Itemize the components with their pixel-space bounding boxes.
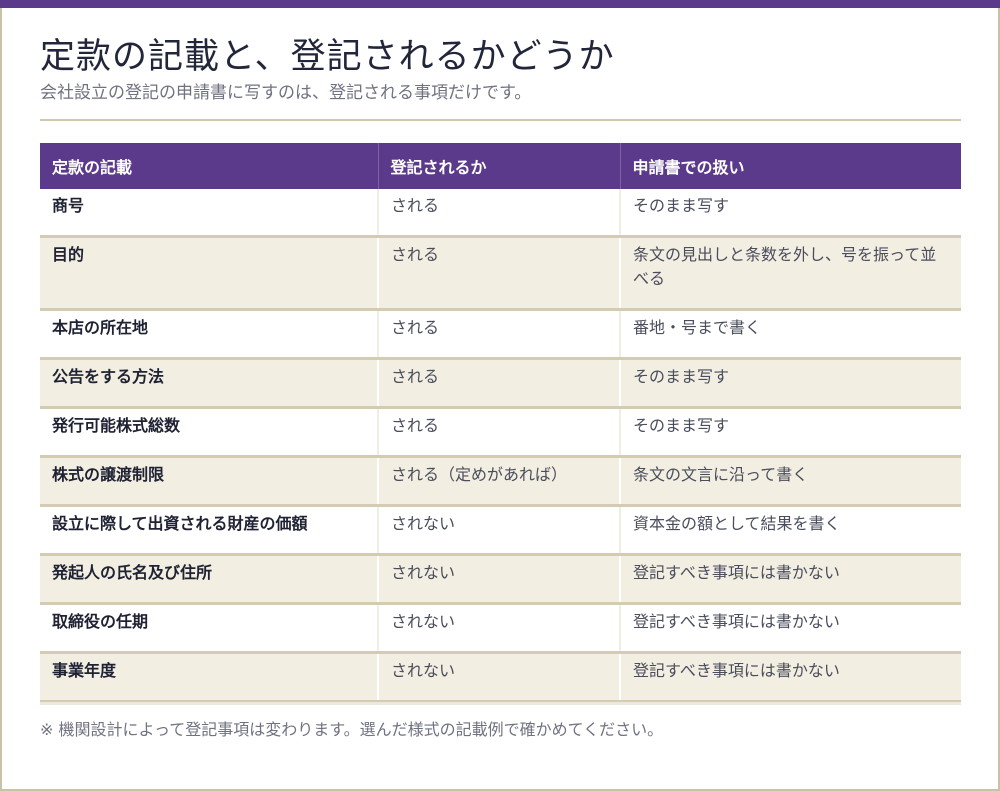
cell-registered: される bbox=[377, 407, 620, 458]
cell-registered: される bbox=[377, 309, 620, 360]
cell-handling: 登記すべき事項には書かない bbox=[619, 554, 961, 605]
cell-handling: 条文の見出しと条数を外し、号を振って並べる bbox=[619, 236, 961, 311]
cell-entry: 取締役の任期 bbox=[40, 603, 378, 654]
header-registered: 登記されるか bbox=[377, 143, 620, 189]
table-row: 発起人の氏名及び住所 されない 登記すべき事項には書かない bbox=[40, 554, 961, 605]
table-header: 定款の記載 登記されるか 申請書での扱い bbox=[40, 143, 961, 189]
cell-handling: 資本金の額として結果を書く bbox=[619, 505, 961, 556]
cell-entry: 設立に際して出資される財産の価額 bbox=[40, 505, 378, 556]
header-articles-entry: 定款の記載 bbox=[40, 143, 378, 189]
page-subtitle: 会社設立の登記の申請書に写すのは、登記される事項だけです。 bbox=[40, 83, 532, 103]
cell-registered: される bbox=[377, 358, 620, 409]
cell-entry: 事業年度 bbox=[40, 652, 378, 703]
cell-registered: される（定めがあれば） bbox=[377, 456, 620, 507]
cell-registered: される bbox=[377, 189, 620, 238]
cell-entry: 株式の譲渡制限 bbox=[40, 456, 378, 507]
table-row: 公告をする方法 される そのまま写す bbox=[40, 358, 961, 409]
cell-handling: 登記すべき事項には書かない bbox=[619, 652, 961, 703]
cell-entry: 目的 bbox=[40, 236, 378, 311]
table-bottom-divider bbox=[40, 702, 961, 705]
cell-handling: そのまま写す bbox=[619, 189, 961, 238]
cell-handling: 条文の文言に沿って書く bbox=[619, 456, 961, 507]
cell-registered: されない bbox=[377, 603, 620, 654]
cell-entry: 本店の所在地 bbox=[40, 309, 378, 360]
header-row: 定款の記載 登記されるか 申請書での扱い bbox=[40, 143, 961, 189]
header-application-handling: 申請書での扱い bbox=[619, 143, 961, 189]
page-title: 定款の記載と、登記されるかどうか bbox=[40, 37, 615, 77]
cell-entry: 発起人の氏名及び住所 bbox=[40, 554, 378, 605]
accent-bar bbox=[0, 0, 1000, 8]
cell-handling: 登記すべき事項には書かない bbox=[619, 603, 961, 654]
table-row: 事業年度 されない 登記すべき事項には書かない bbox=[40, 652, 961, 703]
cell-registered: される bbox=[377, 236, 620, 311]
cell-registered: されない bbox=[377, 652, 620, 703]
cell-entry: 公告をする方法 bbox=[40, 358, 378, 409]
title-divider bbox=[40, 119, 961, 121]
cell-entry: 発行可能株式総数 bbox=[40, 407, 378, 458]
table-row: 設立に際して出資される財産の価額 されない 資本金の額として結果を書く bbox=[40, 505, 961, 556]
table-row: 株式の譲渡制限 される（定めがあれば） 条文の文言に沿って書く bbox=[40, 456, 961, 507]
cell-registered: されない bbox=[377, 554, 620, 605]
cell-entry: 商号 bbox=[40, 189, 378, 238]
table-row: 商号 される そのまま写す bbox=[40, 189, 961, 238]
table-row: 取締役の任期 されない 登記すべき事項には書かない bbox=[40, 603, 961, 654]
table-row: 発行可能株式総数 される そのまま写す bbox=[40, 407, 961, 458]
cell-handling: そのまま写す bbox=[619, 358, 961, 409]
table-row: 本店の所在地 される 番地・号まで書く bbox=[40, 309, 961, 360]
footnote: ※ 機関設計によって登記事項は変わります。選んだ様式の記載例で確かめてください。 bbox=[40, 720, 664, 739]
table-body: 商号 される そのまま写す 目的 される 条文の見出しと条数を外し、号を振って並… bbox=[40, 189, 961, 703]
table-row: 目的 される 条文の見出しと条数を外し、号を振って並べる bbox=[40, 236, 961, 311]
cell-registered: されない bbox=[377, 505, 620, 556]
cell-handling: そのまま写す bbox=[619, 407, 961, 458]
registration-table: 定款の記載 登記されるか 申請書での扱い 商号 される そのまま写す 目的 され… bbox=[40, 143, 961, 703]
cell-handling: 番地・号まで書く bbox=[619, 309, 961, 360]
